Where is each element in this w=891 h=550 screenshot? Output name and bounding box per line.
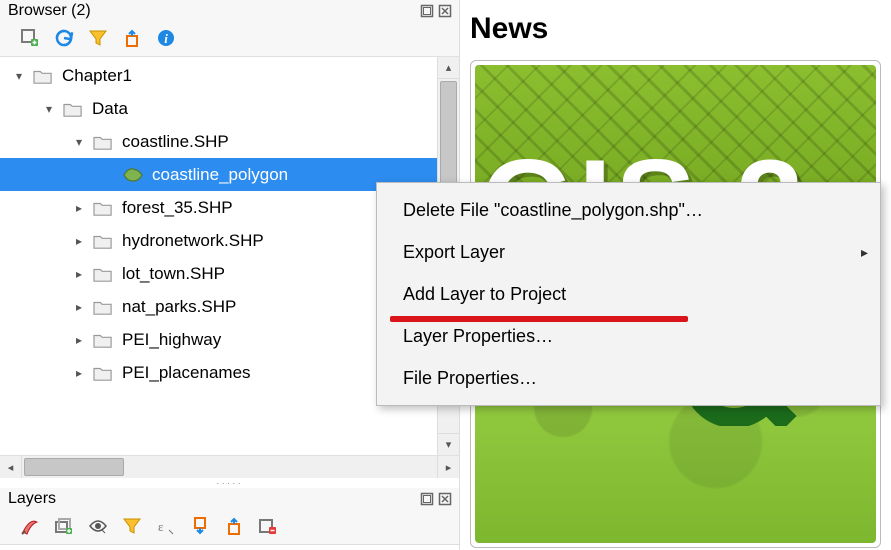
panel-resize-grip[interactable]: ····· — [0, 478, 459, 488]
tree-item[interactable]: coastline.SHP — [0, 125, 437, 158]
layers-panel-header: Layers — [0, 488, 459, 510]
expander-icon[interactable] — [72, 135, 86, 149]
scroll-down-icon[interactable]: ▾ — [438, 433, 459, 455]
tree-item-label: Chapter1 — [62, 66, 132, 86]
tree-item[interactable]: hydronetwork.SHP — [0, 224, 437, 257]
hscroll-thumb[interactable] — [24, 458, 124, 476]
hscroll-track[interactable] — [22, 456, 437, 478]
context-menu-item[interactable]: Add Layer to Project — [377, 273, 880, 315]
panel-close-icon[interactable] — [437, 491, 453, 507]
context-menu-item-label: File Properties… — [403, 368, 537, 389]
tree-item-label: hydronetwork.SHP — [122, 231, 264, 251]
context-menu-item-label: Layer Properties… — [403, 326, 553, 347]
scroll-up-icon[interactable]: ▴ — [438, 57, 459, 79]
collapse-all-icon[interactable] — [222, 514, 246, 538]
browser-toolbar: i — [0, 22, 459, 56]
horizontal-scrollbar[interactable]: ◂ ▸ — [0, 456, 459, 478]
folder-icon — [92, 330, 114, 350]
panel-close-icon[interactable] — [437, 3, 453, 19]
add-group-icon[interactable] — [52, 514, 76, 538]
expander-icon[interactable] — [72, 333, 86, 347]
browser-tree[interactable]: Chapter1 Data coastline.SHP coastline_polyg… — [0, 57, 437, 455]
context-menu-item[interactable]: Export Layer ▸ — [377, 231, 880, 273]
context-menu: Delete File "coastline_polygon.shp"… Expo… — [376, 182, 881, 406]
context-menu-item[interactable]: Delete File "coastline_polygon.shp"… — [377, 189, 880, 231]
folder-icon — [62, 99, 84, 119]
refresh-icon[interactable] — [52, 26, 76, 50]
expander-icon[interactable] — [72, 366, 86, 380]
context-menu-item-label: Export Layer — [403, 242, 505, 263]
expander-icon[interactable] — [72, 201, 86, 215]
folder-icon — [92, 132, 114, 152]
svg-text:ε: ε — [158, 519, 164, 534]
submenu-arrow-icon: ▸ — [861, 244, 868, 261]
tree-item-label: lot_town.SHP — [122, 264, 225, 284]
tree-item[interactable]: coastline_polygon — [0, 158, 437, 191]
expander-icon[interactable] — [72, 267, 86, 281]
expander-icon[interactable] — [12, 69, 26, 83]
tree-item[interactable]: PEI_placenames — [0, 356, 437, 389]
visibility-icon[interactable] — [86, 514, 110, 538]
style-manager-icon[interactable] — [18, 514, 42, 538]
layers-toolbar: ε — [0, 510, 459, 544]
polygon-layer-icon — [122, 165, 144, 185]
remove-layer-icon[interactable] — [256, 514, 280, 538]
context-menu-item[interactable]: File Properties… — [377, 357, 880, 399]
tree-item[interactable]: lot_town.SHP — [0, 257, 437, 290]
folder-icon — [32, 66, 54, 86]
tree-item-label: PEI_placenames — [122, 363, 251, 383]
browser-panel-title: Browser (2) — [8, 2, 417, 20]
tree-item-label: Data — [92, 99, 128, 119]
panel-undock-icon[interactable] — [419, 491, 435, 507]
filter-icon[interactable] — [86, 26, 110, 50]
layers-panel-title: Layers — [8, 490, 417, 508]
browser-panel-header: Browser (2) — [0, 0, 459, 22]
expand-all-icon[interactable] — [188, 514, 212, 538]
scroll-left-icon[interactable]: ◂ — [0, 456, 22, 478]
folder-icon — [92, 231, 114, 251]
tree-item-label: coastline_polygon — [152, 165, 288, 185]
context-menu-item-label: Add Layer to Project — [403, 284, 566, 305]
folder-icon — [92, 297, 114, 317]
panel-undock-icon[interactable] — [419, 3, 435, 19]
tree-item[interactable]: nat_parks.SHP — [0, 290, 437, 323]
properties-icon[interactable]: i — [154, 26, 178, 50]
tree-item-label: coastline.SHP — [122, 132, 229, 152]
news-heading: News — [470, 12, 881, 46]
folder-icon — [92, 198, 114, 218]
add-layer-icon[interactable] — [18, 26, 42, 50]
tree-item[interactable]: Data — [0, 92, 437, 125]
tree-item[interactable]: Chapter1 — [0, 59, 437, 92]
folder-icon — [92, 264, 114, 284]
tree-item-label: nat_parks.SHP — [122, 297, 236, 317]
context-menu-item-label: Delete File "coastline_polygon.shp"… — [403, 200, 703, 221]
expander-icon[interactable] — [72, 300, 86, 314]
scroll-right-icon[interactable]: ▸ — [437, 456, 459, 478]
svg-text:i: i — [164, 31, 168, 46]
filter-layers-icon[interactable] — [120, 514, 144, 538]
expression-filter-icon[interactable]: ε — [154, 514, 178, 538]
tree-item[interactable]: PEI_highway — [0, 323, 437, 356]
expander-icon[interactable] — [42, 102, 56, 116]
annotation-underline — [390, 316, 688, 322]
tree-item-label: forest_35.SHP — [122, 198, 233, 218]
tree-item[interactable]: forest_35.SHP — [0, 191, 437, 224]
expander-icon[interactable] — [72, 234, 86, 248]
collapse-all-icon[interactable] — [120, 26, 144, 50]
folder-icon — [92, 363, 114, 383]
tree-item-label: PEI_highway — [122, 330, 221, 350]
